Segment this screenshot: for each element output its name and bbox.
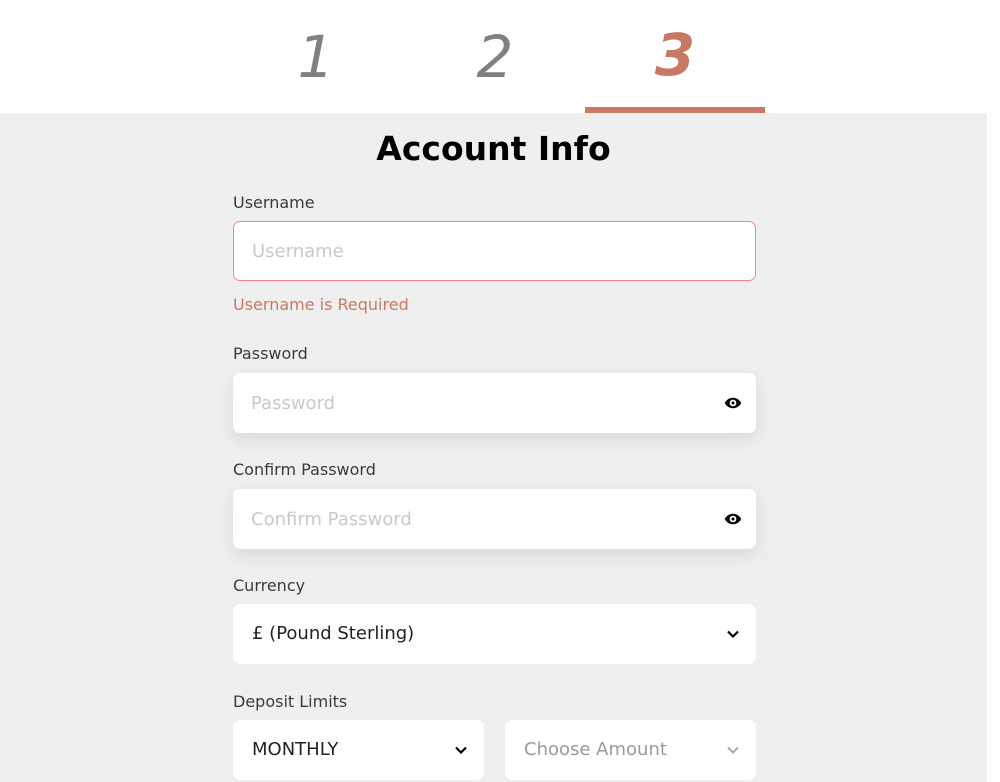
step-1[interactable]: 1 [226, 0, 406, 113]
username-field [233, 221, 756, 281]
currency-selected-value: £ (Pound Sterling) [252, 623, 415, 644]
username-label: Username [233, 193, 315, 212]
deposit-amount-select[interactable]: Choose Amount [505, 720, 756, 780]
password-input[interactable] [233, 373, 756, 433]
step-indicator: 1 2 3 [0, 0, 987, 113]
confirm-password-input[interactable] [233, 489, 756, 549]
page: 1 2 3 Account Info Username Username is … [0, 0, 987, 782]
eye-icon[interactable] [724, 510, 742, 528]
chevron-down-icon [455, 746, 467, 755]
deposit-period-selected-value: MONTHLY [252, 739, 339, 760]
deposit-limits-label: Deposit Limits [233, 692, 348, 711]
step-2[interactable]: 2 [405, 0, 585, 113]
chevron-down-icon [727, 746, 739, 754]
page-title: Account Info [376, 129, 611, 168]
username-input[interactable] [234, 222, 755, 280]
password-label: Password [233, 344, 308, 363]
deposit-amount-placeholder: Choose Amount [524, 739, 667, 760]
account-info-form: Account Info Username Username is Requir… [0, 113, 987, 782]
username-error-message: Username is Required [233, 295, 409, 314]
deposit-period-select[interactable]: MONTHLY [233, 720, 484, 780]
currency-select[interactable]: £ (Pound Sterling) [233, 604, 756, 664]
chevron-down-icon [727, 630, 739, 639]
eye-icon[interactable] [724, 394, 742, 412]
password-field [233, 373, 756, 433]
confirm-password-label: Confirm Password [233, 460, 376, 479]
step-3-active[interactable]: 3 [585, 0, 765, 113]
confirm-password-field [233, 489, 756, 549]
currency-label: Currency [233, 576, 306, 595]
